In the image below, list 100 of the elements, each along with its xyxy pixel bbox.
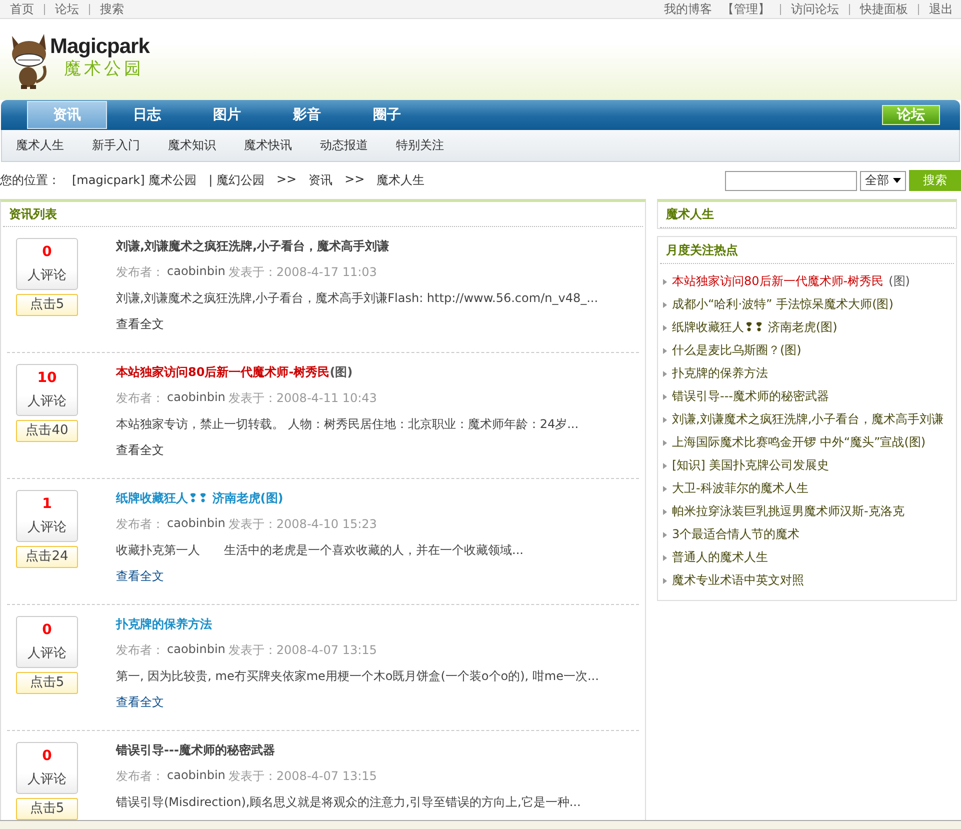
nav-tab[interactable]: 圈子 [347, 102, 427, 128]
breadcrumb-item[interactable]: [magicpark] 魔术公园 [72, 172, 197, 189]
top-link[interactable]: 搜索 [100, 0, 124, 18]
comment-label: 人评论 [28, 267, 66, 284]
article-summary: 刘谦,刘谦魔术之疯狂洗牌,小子看台，魔术高手刘谦Flash: http://www.56.com/n_v48_... [116, 290, 598, 307]
hot-topic-link[interactable]: 成都小“哈利·波特” 手法惊呆魔术大师(图) [672, 296, 894, 313]
read-more-link[interactable]: 查看全文 [116, 694, 599, 711]
breadcrumb-item[interactable]: 魔术人生 [376, 172, 425, 189]
panel-title: 月度关注热点 [660, 237, 954, 264]
article-title[interactable]: 错误引导---魔术师的秘密武器 [116, 743, 275, 757]
bullet-icon [663, 302, 667, 308]
click-count: 点击40 [16, 420, 78, 442]
bullet-icon [663, 554, 667, 560]
article-summary: 错误引导(Misdirection),顾名思义就是将观众的注意力,引导至错误的方向上,它是一种... [116, 794, 581, 811]
comment-count: 0 [42, 622, 52, 638]
hot-topic-link[interactable]: 刘谦,刘谦魔术之疯狂洗牌,小子看台，魔术高手刘谦 [672, 411, 944, 428]
comment-count: 1 [42, 496, 52, 512]
bullet-icon [663, 324, 667, 330]
panel-title: 魔术人生 [660, 202, 954, 228]
sub-nav-link[interactable]: 魔术快讯 [244, 137, 292, 154]
comment-count: 0 [42, 244, 52, 260]
bullet-icon [663, 416, 667, 422]
top-link[interactable]: 论坛 [55, 0, 79, 18]
author-name: caobinbin [167, 768, 226, 784]
author-name: caobinbin [167, 390, 226, 406]
article-summary: 收藏扑克第一人 生活中的老虎是一个喜欢收藏的人，并在一个收藏领域... [116, 542, 524, 559]
article-title[interactable]: 扑克牌的保养方法 [116, 617, 212, 631]
bullet-icon [663, 278, 667, 284]
hot-topic-link[interactable]: 帕米拉穿泳装巨乳挑逗男魔术师汉斯-克洛克 [672, 503, 904, 520]
bullet-icon [663, 348, 667, 354]
article-title[interactable]: 刘谦,刘谦魔术之疯狂洗牌,小子看台，魔术高手刘谦 [116, 239, 390, 253]
hot-topic-link[interactable]: 什么是麦比乌斯圈？(图) [672, 342, 802, 359]
comment-label: 人评论 [28, 519, 66, 536]
nav-tab[interactable]: 日志 [107, 102, 187, 128]
breadcrumb-item[interactable]: 资讯 [308, 172, 333, 189]
caret-icon [893, 178, 901, 183]
bullet-icon [663, 508, 667, 514]
nav-tab[interactable]: 影音 [267, 102, 347, 128]
bullet-icon [663, 370, 667, 376]
author-label: 发布者： [116, 516, 164, 533]
bullet-icon [663, 486, 667, 492]
hot-topic-link[interactable]: 扑克牌的保养方法 [672, 365, 768, 382]
comment-label: 人评论 [28, 771, 66, 788]
search-field[interactable] [725, 170, 857, 190]
bullet-icon [663, 440, 667, 446]
article-summary: 本站独家专访，禁止一切转载。 人物：树秀民居住地：北京职业：魔术师年龄：24岁... [116, 416, 579, 433]
click-count: 点击24 [16, 546, 78, 568]
post-date: 发表于：2008-4-17 11:03 [228, 264, 377, 281]
hot-topic-link[interactable]: 3个最适合情人节的魔术 [672, 526, 800, 543]
bullet-icon [663, 578, 667, 584]
post-date: 发表于：2008-4-11 10:43 [228, 390, 377, 407]
hot-topic-link[interactable]: 魔术专业术语中英文对照 [672, 572, 804, 589]
post-date: 发表于：2008-4-07 13:15 [228, 768, 377, 785]
post-date: 发表于：2008-4-07 13:15 [228, 642, 377, 659]
sub-nav-link[interactable]: 魔术人生 [16, 137, 64, 154]
article-title[interactable]: 纸牌收藏狂人❢❢ 济南老虎(图) [116, 491, 284, 505]
author-label: 发布者： [116, 642, 164, 659]
hot-topic-link[interactable]: 纸牌收藏狂人❢❢ 济南老虎(图) [672, 319, 838, 336]
top-link[interactable]: 首页 [10, 0, 34, 18]
hot-topic-link[interactable]: 本站独家访问80后新一代魔术师-树秀民 [672, 273, 884, 290]
top-link[interactable]: 访问论坛 [791, 0, 839, 18]
article-title[interactable]: 本站独家访问80后新一代魔术师-树秀民 [116, 365, 330, 379]
sub-nav-link[interactable]: 魔术知识 [168, 137, 216, 154]
hot-topic-link[interactable]: 普通人的魔术人生 [672, 549, 768, 566]
hot-topic-link[interactable]: 大卫-科波菲尔的魔术人生 [672, 480, 808, 497]
comment-label: 人评论 [28, 393, 66, 410]
sub-nav-link[interactable]: 特别关注 [396, 137, 444, 154]
read-more-link[interactable]: 查看全文 [116, 568, 524, 585]
click-count: 点击5 [16, 294, 78, 316]
read-more-link[interactable]: 查看全文 [116, 316, 598, 333]
sub-nav-link[interactable]: 新手入门 [92, 137, 140, 154]
author-label: 发布者： [116, 264, 164, 281]
location-label: 您的位置： [0, 172, 60, 189]
breadcrumb-item[interactable]: | 魔幻公园 [208, 172, 264, 189]
picture-tag: (图) [330, 365, 353, 379]
read-more-link[interactable]: 查看全文 [116, 442, 579, 459]
comment-count: 0 [42, 748, 52, 764]
panel-title: 资讯列表 [3, 202, 643, 227]
comment-label: 人评论 [28, 645, 66, 662]
top-link[interactable]: 快捷面板 [860, 0, 908, 18]
top-link[interactable]: 我的博客 [664, 0, 712, 18]
sub-nav-link[interactable]: 动态报道 [320, 137, 368, 154]
scope-dropdown[interactable]: 全部 [860, 170, 906, 190]
picture-tag: (图) [888, 273, 910, 290]
top-link[interactable]: 【管理】 [722, 0, 770, 18]
bullet-icon [663, 394, 667, 400]
hot-topic-link[interactable]: 上海国际魔术比赛鸣金开锣 中外“魔头”宣战(图) [672, 434, 926, 451]
comment-count: 10 [37, 370, 57, 386]
article-summary: 第一, 因为比较贵, me冇买牌夹依家me用梗一个木o既月饼盒(一个装o个o的), 咁me一次... [116, 668, 599, 685]
hot-topic-link[interactable]: 错误引导---魔术师的秘密武器 [672, 388, 829, 405]
click-count: 点击5 [16, 798, 78, 820]
breadcrumb-item[interactable]: >> [276, 172, 297, 189]
author-label: 发布者： [116, 390, 164, 407]
post-date: 发表于：2008-4-10 15:23 [228, 516, 377, 533]
logo-name: Magicpark [50, 36, 150, 58]
nav-tab[interactable]: 图片 [187, 102, 267, 128]
hot-topic-link[interactable]: [知识] 美国扑克牌公司发展史 [672, 457, 830, 474]
top-link[interactable]: 退出 [929, 0, 953, 18]
breadcrumb-item[interactable]: >> [344, 172, 365, 189]
author-name: caobinbin [167, 264, 226, 280]
